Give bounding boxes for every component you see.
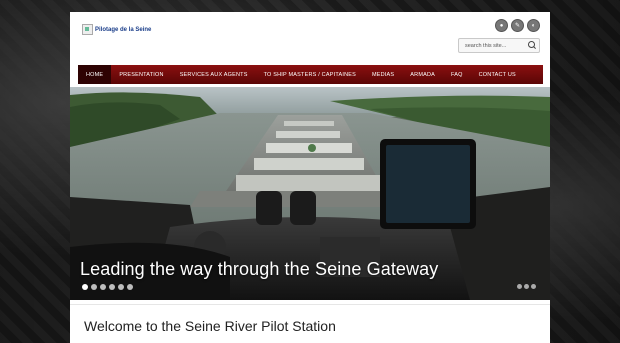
social-links: ● ✎ ◐ <box>495 19 540 32</box>
hero-slider[interactable]: Leading the way through the Seine Gatewa… <box>70 87 550 300</box>
content-divider <box>70 304 550 305</box>
slide-dot[interactable] <box>127 284 133 290</box>
pen-icon[interactable]: ✎ <box>511 19 524 32</box>
slide-dot[interactable] <box>109 284 115 290</box>
search-input[interactable] <box>459 42 525 49</box>
search-icon[interactable] <box>528 41 535 48</box>
logo-alt-text: Pilotage de la Seine <box>95 26 152 33</box>
hero-caption: Leading the way through the Seine Gatewa… <box>80 259 439 279</box>
pause-dot[interactable] <box>524 284 529 289</box>
prev-dot[interactable] <box>517 284 522 289</box>
site-header: Pilotage de la Seine ● ✎ ◐ <box>70 12 550 64</box>
nav-item-faq[interactable]: FAQ <box>443 65 471 84</box>
slide-dots <box>82 284 133 290</box>
nav-item-presentation[interactable]: PRESENTATION <box>111 65 171 84</box>
search-box <box>458 38 540 53</box>
nav-item-ship-masters[interactable]: TO SHIP MASTERS / CAPITAINES <box>256 65 364 84</box>
slide-dot[interactable] <box>82 284 88 290</box>
next-dot[interactable] <box>531 284 536 289</box>
slide-dot[interactable] <box>118 284 124 290</box>
nav-item-contact[interactable]: CONTACT US <box>471 65 524 84</box>
slide-dot[interactable] <box>91 284 97 290</box>
main-nav: HOME PRESENTATION SERVICES AUX AGENTS TO… <box>78 65 543 84</box>
page-title: Welcome to the Seine River Pilot Station <box>84 318 336 334</box>
broken-image-icon <box>82 24 93 35</box>
slide-dot[interactable] <box>100 284 106 290</box>
page-container: Pilotage de la Seine ● ✎ ◐ HOME PRESENTA… <box>70 12 550 343</box>
slider-controls <box>517 284 536 289</box>
nav-item-armada[interactable]: ARMADA <box>402 65 443 84</box>
user-icon[interactable]: ● <box>495 19 508 32</box>
nav-item-medias[interactable]: MEDIAS <box>364 65 402 84</box>
nav-item-home[interactable]: HOME <box>78 65 112 84</box>
half-icon[interactable]: ◐ <box>527 19 540 32</box>
nav-item-services[interactable]: SERVICES AUX AGENTS <box>172 65 256 84</box>
site-logo[interactable]: Pilotage de la Seine <box>82 24 151 35</box>
